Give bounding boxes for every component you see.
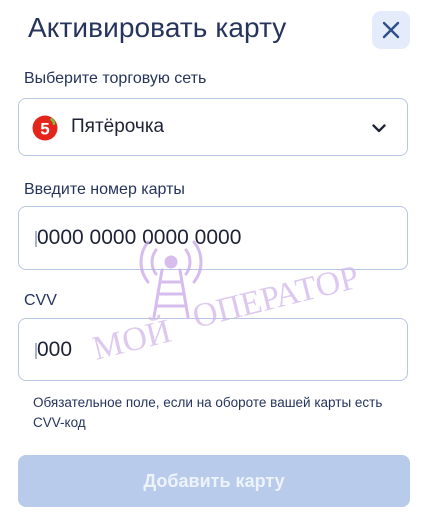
- add-card-button[interactable]: Добавить карту: [18, 455, 410, 507]
- close-icon: [382, 21, 400, 39]
- svg-text:5: 5: [40, 120, 49, 139]
- card-number-input[interactable]: [33, 207, 377, 269]
- cvv-field[interactable]: [18, 318, 408, 381]
- cvv-input[interactable]: [33, 319, 377, 380]
- card-number-label: Введите номер карты: [24, 181, 185, 198]
- store-label: Выберите торговую сеть: [24, 70, 207, 87]
- store-selected-value: Пятёрочка: [71, 116, 165, 137]
- card-number-field[interactable]: [18, 206, 408, 270]
- pyaterochka-logo-icon: 5: [32, 115, 58, 141]
- cvv-label: CVV: [24, 292, 57, 309]
- close-button[interactable]: [372, 11, 410, 49]
- chevron-down-icon: [372, 124, 386, 133]
- store-select[interactable]: 5 Пятёрочка: [18, 98, 408, 156]
- dialog-title: Активировать карту: [28, 12, 287, 43]
- cvv-hint: Обязательное поле, если на обороте вашей…: [33, 395, 383, 430]
